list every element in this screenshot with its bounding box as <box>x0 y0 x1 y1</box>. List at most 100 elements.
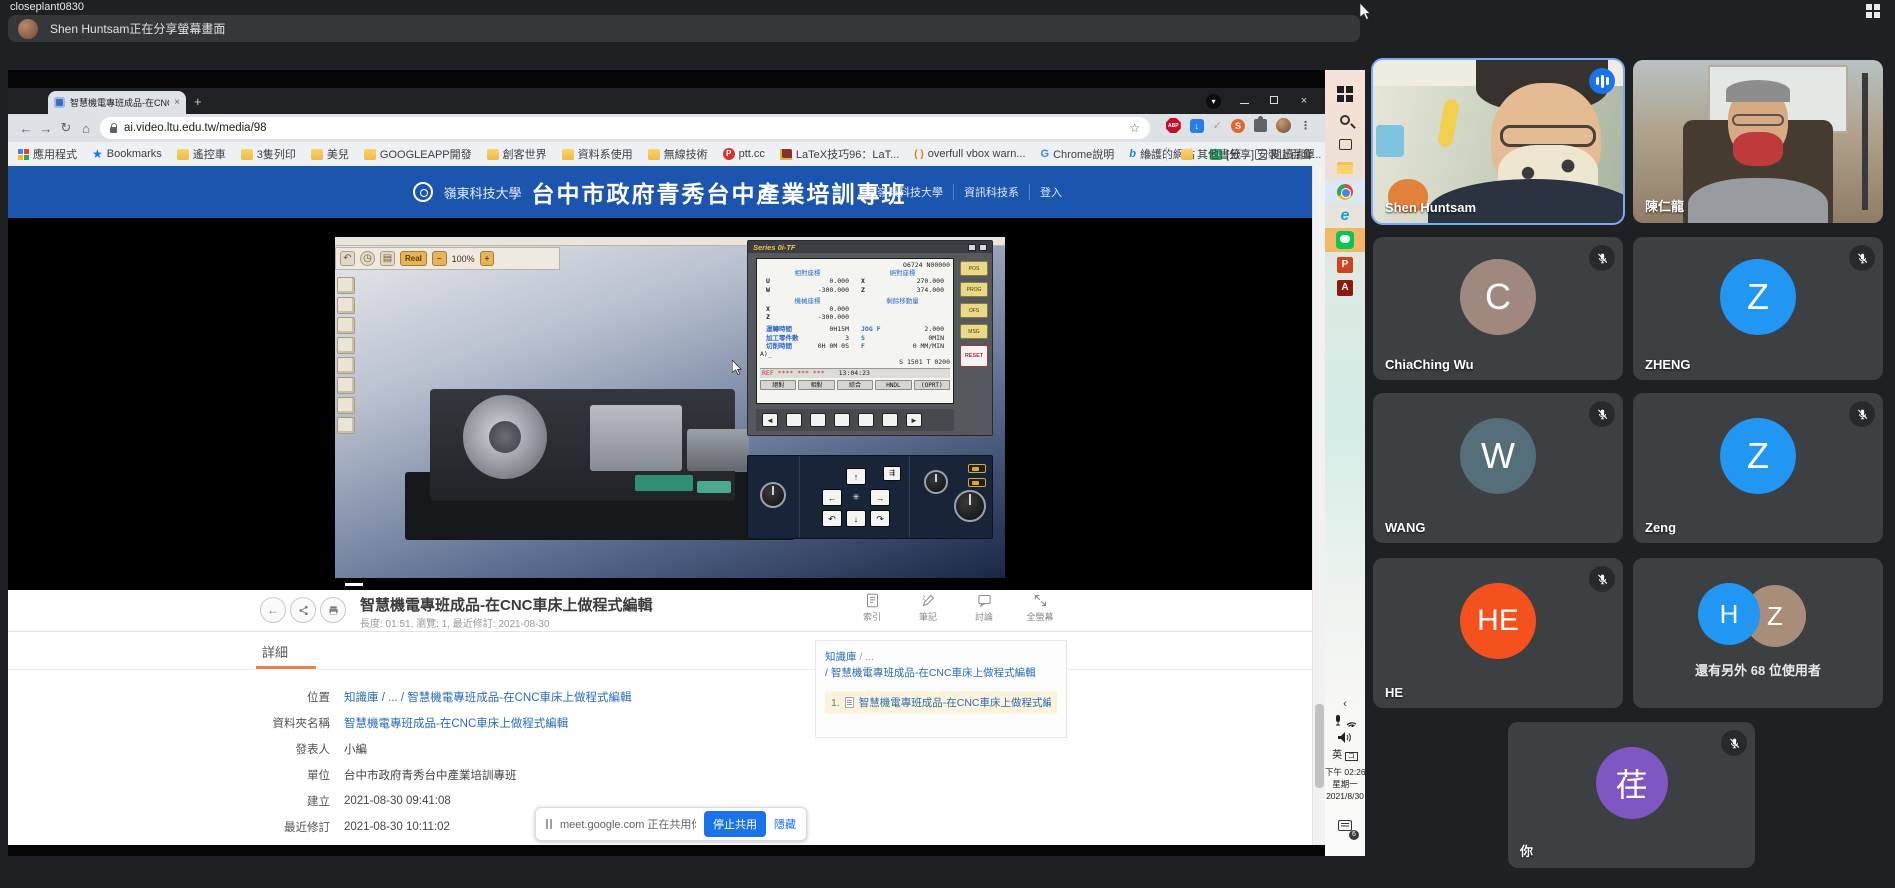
bookmark-apps[interactable]: 應用程式 <box>18 146 77 162</box>
folder-name-link[interactable]: 智慧機電專班成品-在CNC車床上做程式編輯 <box>344 715 568 731</box>
cnc-softkey[interactable]: (OPRT) <box>914 380 950 390</box>
other-bookmarks[interactable]: 其他書籤 <box>1181 146 1241 162</box>
check-extension-icon[interactable]: ✓ <box>1213 119 1222 132</box>
scrollbar-thumb[interactable] <box>1315 704 1324 788</box>
page-scrollbar[interactable] <box>1312 166 1325 845</box>
aux-dial[interactable] <box>924 470 948 494</box>
bookmark-item[interactable]: GOOGLEAPP開發 <box>364 146 472 162</box>
s-extension-icon[interactable]: S <box>1231 119 1245 133</box>
internet-explorer-icon[interactable]: e <box>1325 204 1365 228</box>
location-breadcrumb-link[interactable]: 知識庫 / ... / 智慧機電專班成品-在CNC車床上做程式編輯 <box>344 689 632 705</box>
cnc-softkey[interactable]: 絕對 <box>760 380 796 390</box>
cnc-key[interactable] <box>834 413 850 427</box>
browser-menu-icon[interactable]: ⋮ <box>1300 119 1311 132</box>
kb-root-link[interactable]: 知識庫 <box>825 651 857 663</box>
share-circle-button[interactable] <box>290 597 316 623</box>
jog-plus-c-key[interactable]: ↷ <box>870 510 890 527</box>
bookmark-item[interactable]: ( )overfull vbox warn... <box>914 148 1025 160</box>
bookmark-item[interactable]: LaTeX技巧96：LaT... <box>780 146 899 162</box>
cnc-key-ofs[interactable]: OFS <box>960 303 988 318</box>
file-explorer-icon[interactable] <box>1325 156 1365 180</box>
nav-link-dept[interactable]: 資訊科技系 <box>964 184 1019 200</box>
cnc-key-pos[interactable]: POS <box>960 261 988 276</box>
print-circle-button[interactable] <box>320 597 346 623</box>
bookmark-item[interactable]: ★Bookmarks <box>92 147 162 161</box>
stop-sharing-button[interactable]: 停止共用 <box>704 811 766 837</box>
index-action[interactable]: 索引 <box>852 593 892 623</box>
chrome-update-icon[interactable]: ▾ <box>1206 94 1221 109</box>
adblock-extension-icon[interactable]: ABP <box>1166 118 1181 133</box>
nav-link-school[interactable]: 嶺東科技大學 <box>877 184 943 200</box>
search-icon[interactable] <box>1325 108 1365 132</box>
new-tab-button[interactable]: + <box>194 94 202 109</box>
task-view-icon[interactable] <box>1325 132 1365 156</box>
minimize-button[interactable] <box>1229 95 1259 107</box>
tray-expand-chevron[interactable]: ‹ <box>1325 698 1365 710</box>
back-icon[interactable]: ← <box>16 121 36 136</box>
participant-tile-shen[interactable]: Shen Huntsam <box>1373 60 1623 223</box>
jog-minus-z-key[interactable]: ← <box>822 489 842 506</box>
extensions-puzzle-icon[interactable] <box>1254 119 1267 132</box>
tab-close-icon[interactable]: × <box>174 97 180 108</box>
restore-button[interactable] <box>1259 95 1289 107</box>
notification-center-icon[interactable]: 6 <box>1325 818 1365 836</box>
acrobat-icon[interactable]: A <box>1325 276 1365 300</box>
feed-override-dial[interactable] <box>760 482 786 508</box>
home-icon[interactable]: ⌂ <box>76 121 96 136</box>
self-tile[interactable]: 荏 你 <box>1508 722 1755 868</box>
cnc-key[interactable] <box>882 413 898 427</box>
powerpoint-icon[interactable]: P <box>1325 253 1365 277</box>
cnc-softkey[interactable]: 相對 <box>798 380 834 390</box>
participant-tile[interactable]: Z Zeng <box>1633 393 1883 543</box>
participant-tile[interactable]: Z ZHENG <box>1633 237 1883 380</box>
reload-icon[interactable]: ↻ <box>56 120 76 136</box>
rapid-traverse-key[interactable]: ⇶ <box>883 466 901 481</box>
cnc-softkey[interactable]: HNDL <box>875 380 911 390</box>
forward-icon[interactable]: → <box>36 121 56 136</box>
cnc-key-right[interactable]: ► <box>906 413 922 427</box>
bookmark-item[interactable]: 創客世界 <box>487 146 547 162</box>
cnc-softkey[interactable]: 綜合 <box>837 380 873 390</box>
kb-current-item[interactable]: 1. 智慧機電專班成品-在CNC車床上做程式編輯 <box>825 691 1057 714</box>
nav-link-login[interactable]: 登入 <box>1040 184 1062 200</box>
bookmark-item[interactable]: 資料系使用 <box>562 146 633 162</box>
bookmark-star-icon[interactable]: ☆ <box>1129 121 1140 135</box>
chrome-taskbar-icon[interactable] <box>1325 180 1365 204</box>
more-participants-tile[interactable]: H Z 還有另外 68 位使用者 <box>1633 558 1883 708</box>
discussion-action[interactable]: 討論 <box>964 593 1004 623</box>
line-app-icon[interactable] <box>1325 228 1365 252</box>
jog-minus-c-key[interactable]: ↶ <box>822 510 842 527</box>
hide-link[interactable]: 隱藏 <box>774 816 796 832</box>
fullscreen-action[interactable]: 全螢幕 <box>1020 593 1060 623</box>
jog-plus-x-key[interactable]: ↑ <box>846 468 866 485</box>
kb-path-link[interactable]: / 智慧機電專班成品-在CNC車床上做程式編輯 <box>825 667 1036 679</box>
cnc-key[interactable] <box>786 413 802 427</box>
cnc-key-msg[interactable]: MSG <box>960 324 988 339</box>
bookmark-item[interactable]: 3隻列印 <box>241 146 296 162</box>
browser-tab[interactable]: 智慧機電專班成品-在CNC車床上... × <box>48 91 186 114</box>
bookmark-item[interactable]: 美兒 <box>311 146 349 162</box>
bookmark-item[interactable]: Pptt.cc <box>723 148 765 160</box>
bookmark-item[interactable]: 無線技術 <box>648 146 708 162</box>
participant-tile[interactable]: HE HE <box>1373 558 1623 708</box>
mode-select-dial[interactable] <box>954 490 986 522</box>
bookmarks-overflow-icon[interactable]: » <box>1145 147 1152 161</box>
cnc-key-left[interactable]: ◄ <box>762 413 778 427</box>
url-bar[interactable]: ai.video.ltu.edu.tw/media/98 ☆ <box>100 117 1150 139</box>
cnc-key[interactable] <box>810 413 826 427</box>
notes-action[interactable]: 2 筆記 <box>908 593 948 623</box>
bookmark-item[interactable]: 遙控車 <box>177 146 226 162</box>
participant-tile[interactable]: W WANG <box>1373 393 1623 543</box>
layout-grid-icon[interactable] <box>1866 4 1880 18</box>
download-extension-icon[interactable]: ↓ <box>1190 119 1204 133</box>
video-player[interactable]: ↶ ◷ ▤ Real − 100% + <box>8 218 1312 590</box>
participant-tile[interactable]: C ChiaChing Wu <box>1373 237 1623 380</box>
jog-minus-x-key[interactable]: ↓ <box>846 510 866 527</box>
taskbar-clock[interactable]: 下午 02:26 星期一 2021/8/30 <box>1325 766 1365 802</box>
amber-key-2[interactable] <box>968 478 986 487</box>
reading-list[interactable]: 閱讀清單 <box>1255 146 1315 162</box>
jog-plus-z-key[interactable]: → <box>870 489 890 506</box>
bookmark-item[interactable]: GChrome說明 <box>1041 146 1115 162</box>
cnc-key-prog[interactable]: PROG <box>960 282 988 297</box>
ime-language-indicator[interactable]: 英 コ <box>1325 746 1365 761</box>
